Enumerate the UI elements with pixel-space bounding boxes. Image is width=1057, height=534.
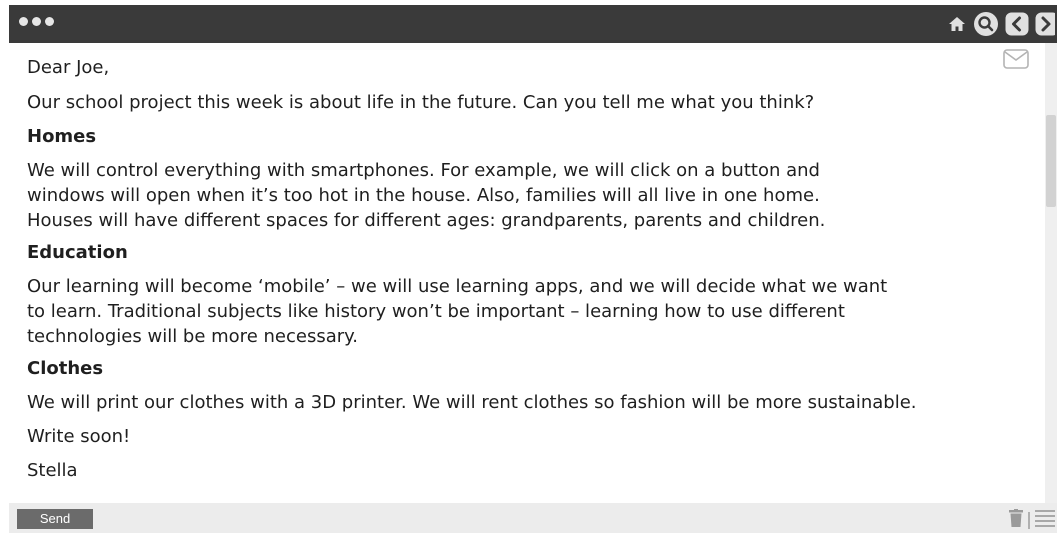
window-dot-maximize[interactable] bbox=[45, 17, 54, 26]
window-dot-minimize[interactable] bbox=[32, 17, 41, 26]
section-heading-clothes: Clothes bbox=[27, 358, 104, 379]
text-line: windows will open when it’s too hot in t… bbox=[27, 185, 820, 206]
text-line: We will control everything with smartpho… bbox=[27, 160, 820, 181]
home-icon[interactable] bbox=[947, 14, 967, 34]
compose-footer: Send bbox=[9, 503, 1057, 533]
window-dot-close[interactable] bbox=[19, 17, 28, 26]
nav-toolbar bbox=[947, 11, 1055, 37]
back-icon[interactable] bbox=[1005, 12, 1029, 36]
section-body-homes: We will control everything with smartpho… bbox=[27, 158, 1027, 233]
letter-text: Dear Joe, Our school project this week i… bbox=[27, 55, 1027, 483]
window-controls bbox=[19, 17, 54, 26]
text-line: Houses will have different spaces for di… bbox=[27, 210, 826, 231]
trash-icon[interactable] bbox=[1009, 509, 1023, 531]
text-line: technologies will be more necessary. bbox=[27, 326, 358, 347]
scrollbar[interactable] bbox=[1045, 43, 1057, 503]
text-line: Our learning will become ‘mobile’ – we w… bbox=[27, 276, 888, 297]
letter-greeting: Dear Joe, bbox=[27, 57, 110, 78]
email-window: Dear Joe, Our school project this week i… bbox=[9, 5, 1057, 533]
scrollbar-thumb[interactable] bbox=[1046, 115, 1056, 207]
text-line: to learn. Traditional subjects like hist… bbox=[27, 301, 845, 322]
footer-icons bbox=[1009, 509, 1055, 531]
search-icon[interactable] bbox=[973, 11, 999, 37]
section-heading-education: Education bbox=[27, 242, 128, 263]
message-body[interactable]: Dear Joe, Our school project this week i… bbox=[9, 43, 1045, 503]
menu-icon[interactable] bbox=[1035, 509, 1055, 531]
letter-intro: Our school project this week is about li… bbox=[27, 92, 815, 113]
section-body-education: Our learning will become ‘mobile’ – we w… bbox=[27, 274, 1027, 349]
forward-icon[interactable] bbox=[1035, 12, 1055, 36]
send-button[interactable]: Send bbox=[17, 509, 93, 529]
section-body-clothes: We will print our clothes with a 3D prin… bbox=[27, 392, 917, 413]
letter-closing: Write soon! bbox=[27, 426, 131, 447]
footer-divider bbox=[1028, 511, 1030, 529]
letter-signature: Stella bbox=[27, 460, 78, 481]
title-bar bbox=[9, 5, 1057, 43]
section-heading-homes: Homes bbox=[27, 126, 97, 147]
